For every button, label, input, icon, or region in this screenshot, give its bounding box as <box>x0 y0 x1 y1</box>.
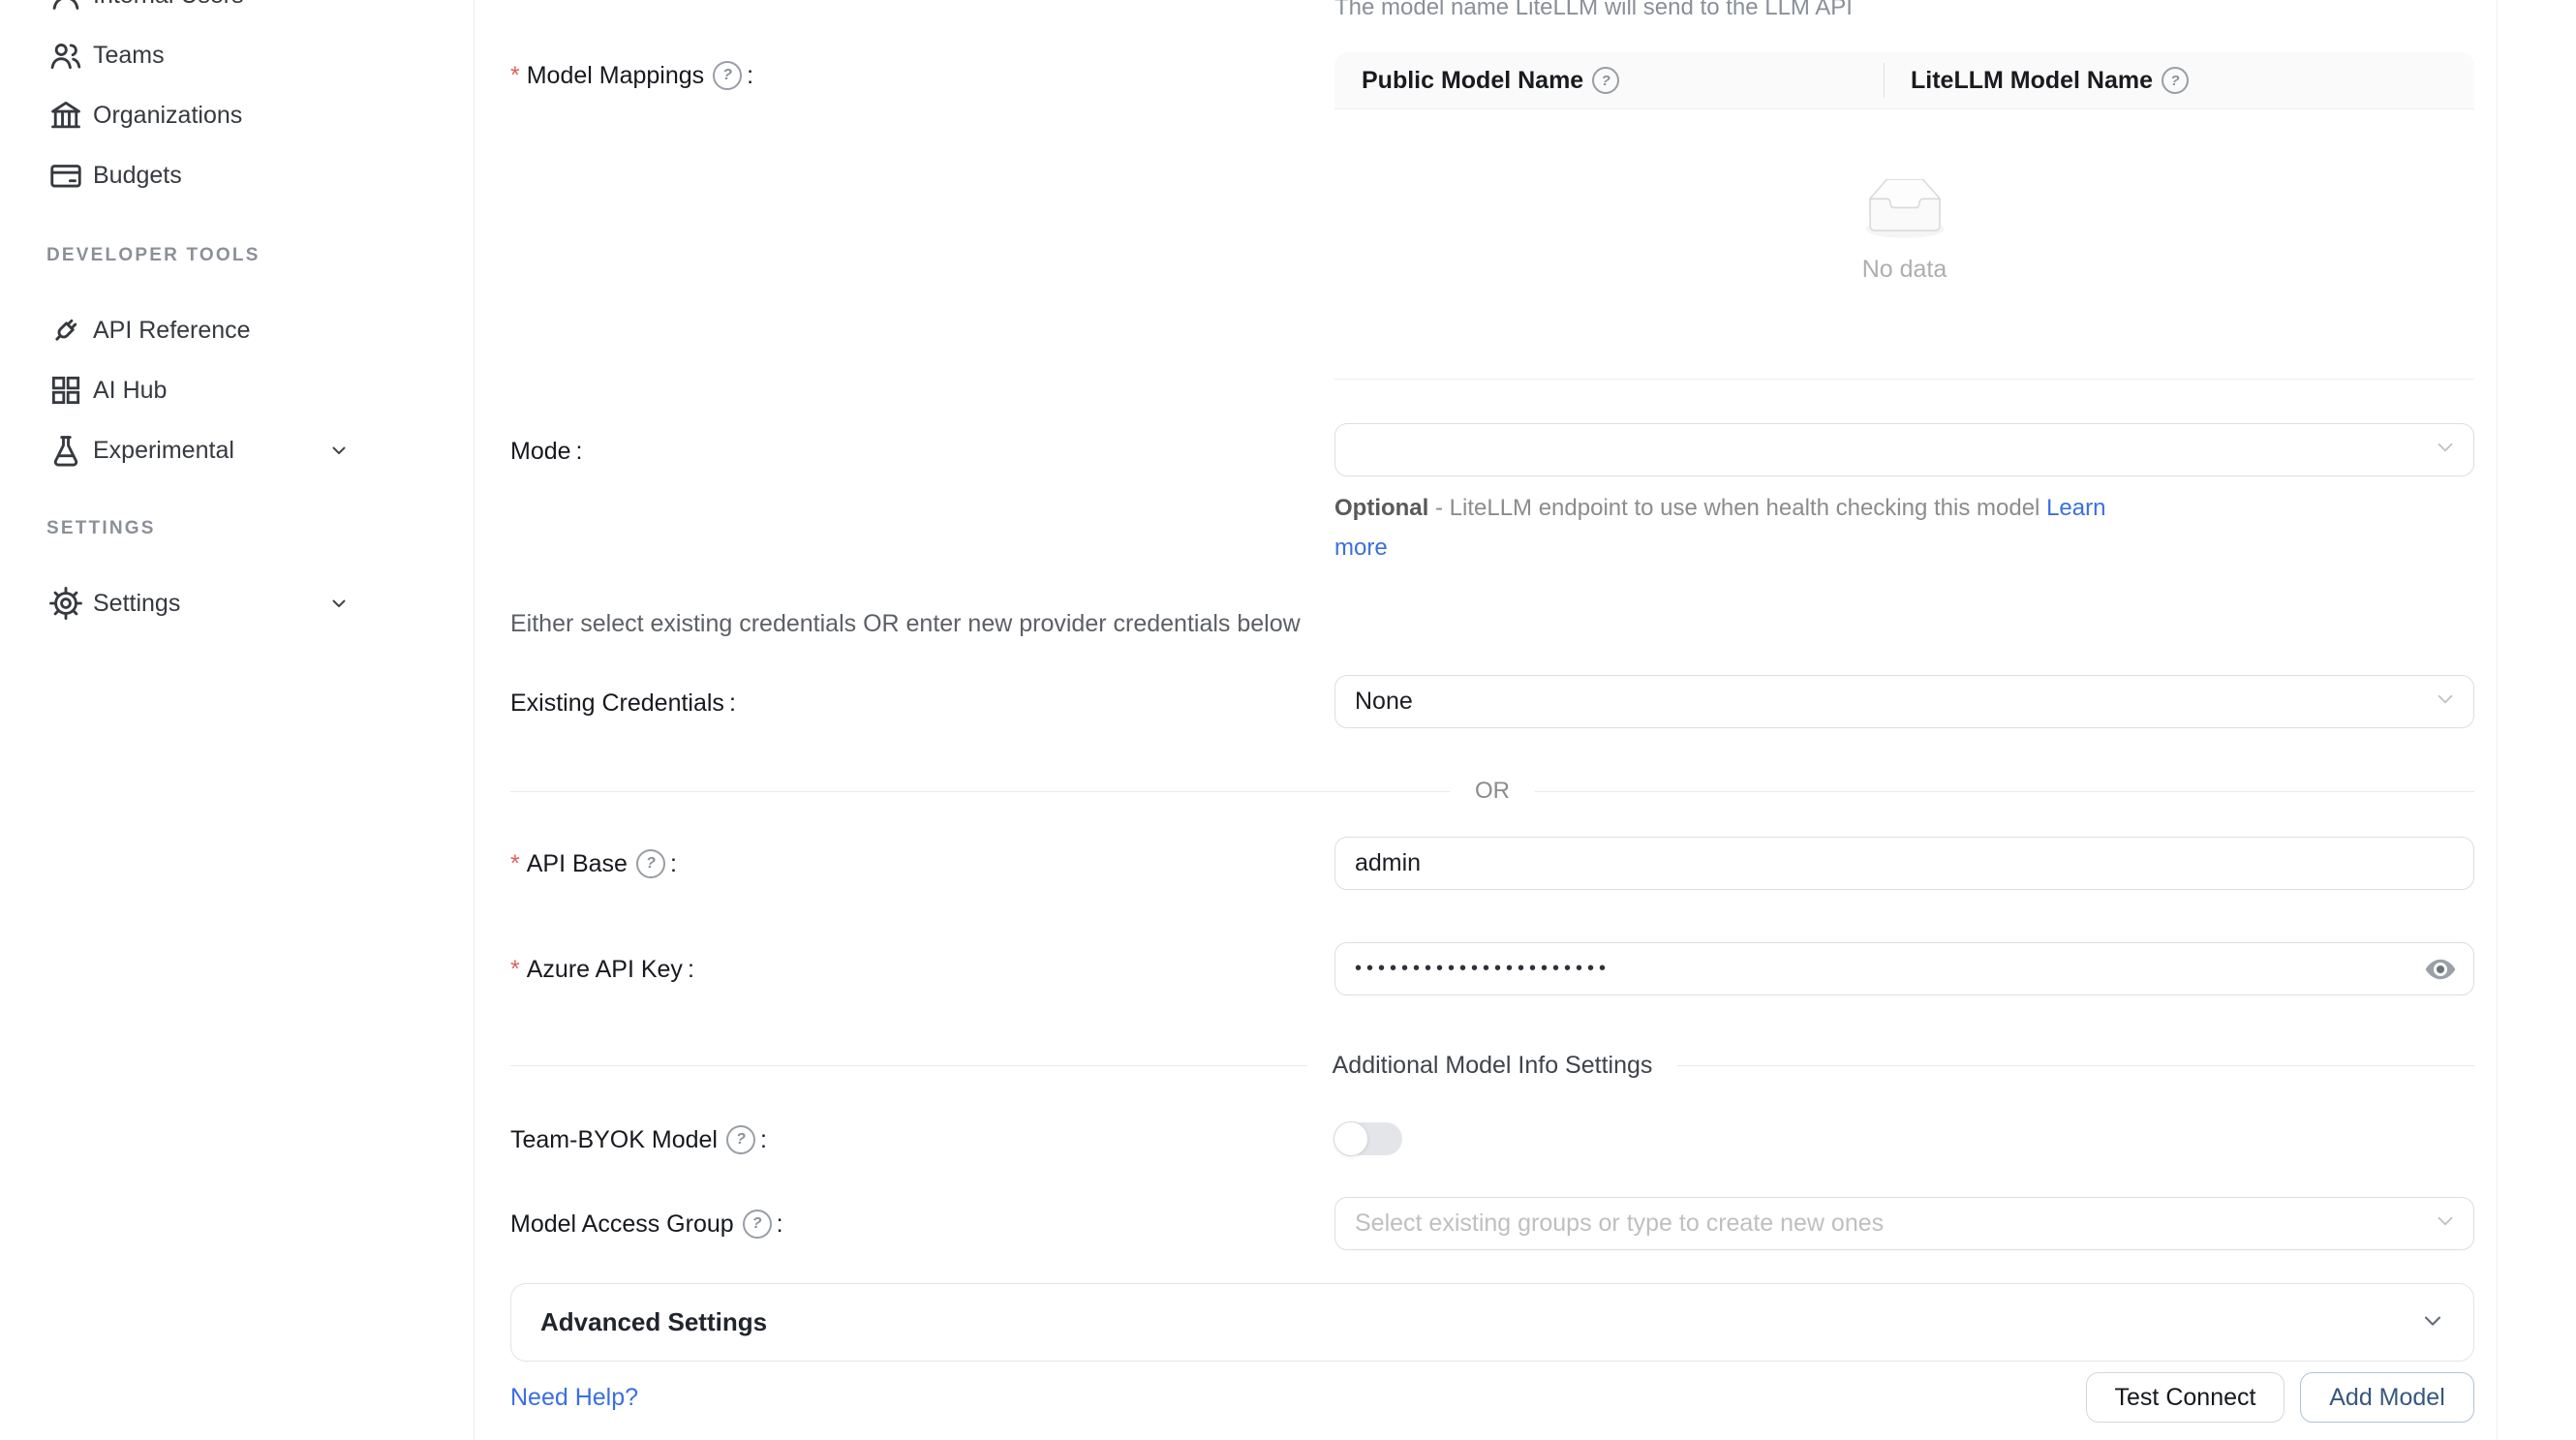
sidebar-item-label: Organizations <box>93 102 242 130</box>
sidebar-item-label: Budgets <box>93 162 182 190</box>
chevron-down-icon <box>327 439 351 462</box>
add-model-page: Internal Users Teams Organizations Budge… <box>0 0 2576 1440</box>
mode-extra-text: Optional - LiteLLM endpoint to use when … <box>1334 488 2124 567</box>
mode-label: Mode : <box>510 436 583 467</box>
sidebar-item-organizations[interactable]: Organizations <box>0 88 474 142</box>
azure-api-key-masked-value: •••••••••••••••••••••• <box>1355 958 1610 980</box>
sidebar-item-internal-users[interactable]: Internal Users <box>0 0 474 22</box>
chevron-down-icon <box>2433 1208 2458 1240</box>
help-icon[interactable]: ? <box>636 849 665 878</box>
gear-icon <box>46 584 85 623</box>
sidebar-item-label: Internal Users <box>93 0 244 10</box>
api-base-label: * API Base ? : <box>510 848 677 879</box>
additional-settings-divider-text: Additional Model Info Settings <box>1333 1052 1653 1080</box>
sidebar-item-label: Settings <box>93 590 180 618</box>
empty-inbox-icon <box>1856 179 1953 246</box>
sidebar-item-label: AI Hub <box>93 377 167 405</box>
sidebar-item-budgets[interactable]: Budgets <box>0 148 474 202</box>
user-icon <box>46 0 85 15</box>
team-byok-label: Team-BYOK Model ? : <box>510 1124 767 1155</box>
sidebar-item-label: Teams <box>93 42 165 70</box>
table-header: Public Model Name ? LiteLLM Model Name ? <box>1334 52 2474 109</box>
api-base-value: admin <box>1355 849 1421 877</box>
table-empty-state: No data <box>1334 109 2474 380</box>
api-plug-icon <box>46 311 85 350</box>
team-icon <box>46 36 85 75</box>
eye-icon[interactable] <box>2423 952 2458 987</box>
sidebar-item-api-reference[interactable]: API Reference <box>0 303 474 357</box>
sidebar: Internal Users Teams Organizations Budge… <box>0 0 475 1440</box>
help-icon[interactable]: ? <box>2162 67 2189 94</box>
help-icon[interactable]: ? <box>1592 67 1619 94</box>
need-help-link[interactable]: Need Help? <box>510 1384 638 1412</box>
sidebar-item-ai-hub[interactable]: AI Hub <box>0 363 474 417</box>
help-icon[interactable]: ? <box>743 1210 772 1239</box>
add-model-button[interactable]: Add Model <box>2300 1372 2474 1423</box>
toggle-knob <box>1334 1121 1368 1156</box>
sidebar-section-developer-tools: DEVELOPER TOOLS <box>46 245 261 266</box>
help-icon[interactable]: ? <box>726 1125 755 1154</box>
model-access-group-select[interactable]: Select existing groups or type to create… <box>1334 1197 2474 1250</box>
existing-credentials-select[interactable]: None <box>1334 675 2474 728</box>
help-icon[interactable]: ? <box>713 61 742 90</box>
test-connect-button[interactable]: Test Connect <box>2086 1372 2285 1423</box>
existing-credentials-label: Existing Credentials : <box>510 688 736 719</box>
azure-api-key-input[interactable]: •••••••••••••••••••••• <box>1334 942 2474 996</box>
existing-credentials-value: None <box>1355 688 1413 716</box>
model-name-help-text: The model name LiteLLM will send to the … <box>1334 0 1853 21</box>
credit-card-icon <box>46 156 85 195</box>
model-mappings-label: * Model Mappings ? : <box>510 60 753 91</box>
chevron-down-icon <box>2433 686 2458 718</box>
advanced-settings-label: Advanced Settings <box>540 1307 767 1337</box>
model-access-group-label: Model Access Group ? : <box>510 1209 783 1240</box>
sidebar-item-label: API Reference <box>93 317 251 345</box>
required-asterisk: * <box>510 850 520 878</box>
no-data-text: No data <box>1862 256 1947 284</box>
column-header-public-model-name: Public Model Name ? <box>1334 67 1884 95</box>
model-mappings-table: Public Model Name ? LiteLLM Model Name ? <box>1334 52 2474 380</box>
column-header-litellm-model-name: LiteLLM Model Name ? <box>1884 67 2189 95</box>
api-base-input[interactable]: admin <box>1334 837 2474 890</box>
bank-icon <box>46 96 85 135</box>
team-byok-toggle[interactable] <box>1334 1122 1402 1155</box>
or-divider-text: OR <box>1475 778 1510 805</box>
or-divider: OR <box>510 778 2474 805</box>
advanced-settings-panel[interactable]: Advanced Settings <box>510 1283 2474 1362</box>
sidebar-item-experimental[interactable]: Experimental <box>0 423 474 477</box>
chevron-down-icon <box>2433 434 2458 466</box>
sidebar-item-label: Experimental <box>93 437 234 465</box>
chevron-down-icon <box>2419 1306 2446 1338</box>
azure-api-key-label: * Azure API Key : <box>510 954 694 985</box>
content-right-rail <box>2497 0 2498 1440</box>
required-asterisk: * <box>510 956 520 984</box>
required-asterisk: * <box>510 62 520 90</box>
sidebar-item-settings[interactable]: Settings <box>0 576 474 630</box>
mode-select[interactable] <box>1334 423 2474 476</box>
model-access-group-placeholder: Select existing groups or type to create… <box>1355 1210 1884 1238</box>
column-divider <box>1884 63 1885 98</box>
additional-settings-divider: Additional Model Info Settings <box>510 1052 2474 1080</box>
appstore-grid-icon <box>46 371 85 410</box>
sidebar-item-teams[interactable]: Teams <box>0 28 474 82</box>
flask-icon <box>46 431 85 470</box>
credentials-note: Either select existing credentials OR en… <box>510 610 1301 638</box>
chevron-down-icon <box>327 592 351 615</box>
sidebar-section-settings: SETTINGS <box>46 518 156 539</box>
